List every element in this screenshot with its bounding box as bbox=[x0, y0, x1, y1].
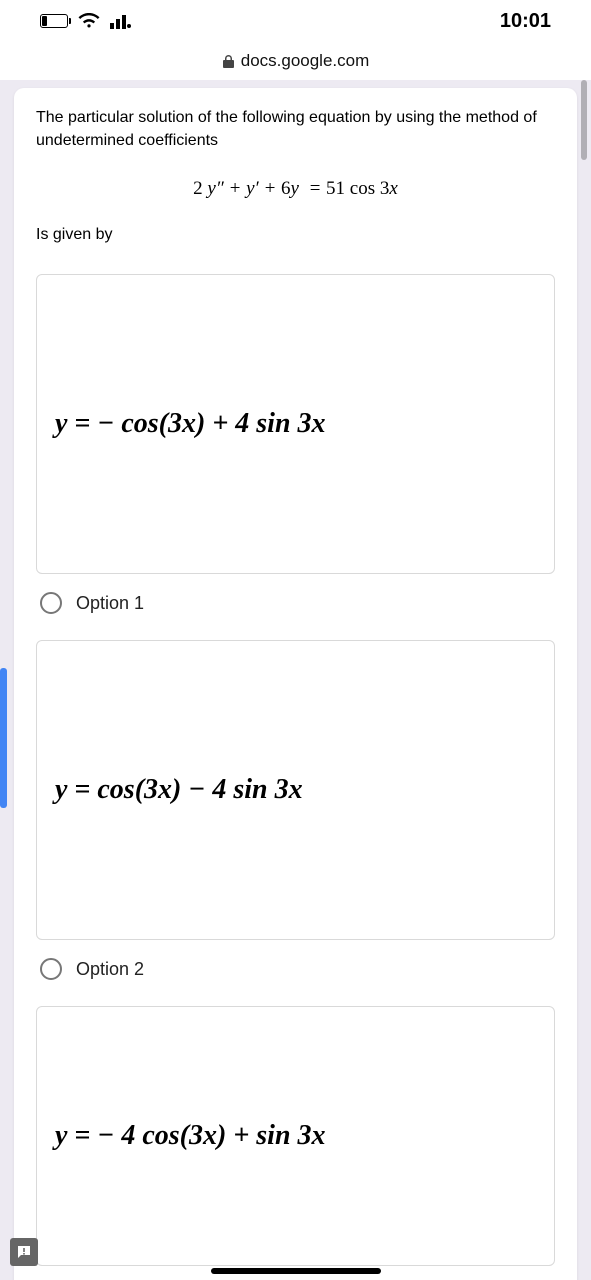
option-label-2: Option 2 bbox=[76, 959, 144, 980]
status-left bbox=[40, 13, 132, 29]
option-formula-3: y = − 4 cos(3x) + sin 3x bbox=[55, 1120, 326, 1152]
radio-icon[interactable] bbox=[40, 958, 62, 980]
card-accent bbox=[0, 668, 7, 808]
option-label-1: Option 1 bbox=[76, 593, 144, 614]
wifi-icon bbox=[78, 13, 100, 29]
option-image-3: y = − 4 cos(3x) + sin 3x bbox=[36, 1006, 555, 1266]
option-row-2[interactable]: Option 2 bbox=[36, 958, 555, 980]
scrollbar[interactable] bbox=[579, 80, 587, 1280]
home-indicator[interactable] bbox=[211, 1268, 381, 1274]
option-image-2: y = cos(3x) − 4 sin 3x bbox=[36, 640, 555, 940]
radio-icon[interactable] bbox=[40, 592, 62, 614]
clock: 10:01 bbox=[500, 10, 551, 33]
battery-icon bbox=[40, 14, 68, 28]
url-host: docs.google.com bbox=[241, 51, 370, 71]
page-background: The particular solution of the following… bbox=[0, 80, 591, 1280]
option-formula-2: y = cos(3x) − 4 sin 3x bbox=[55, 774, 303, 806]
question-sub: Is given by bbox=[36, 226, 555, 244]
option-image-1: y = − cos(3x) + 4 sin 3x bbox=[36, 274, 555, 574]
question-intro: The particular solution of the following… bbox=[36, 106, 555, 152]
lock-icon bbox=[222, 54, 235, 69]
feedback-button[interactable] bbox=[10, 1238, 38, 1266]
signal-icon bbox=[110, 13, 132, 29]
question-card: The particular solution of the following… bbox=[14, 88, 577, 1280]
question-equation: 2 y″ + y′ + 6y = 51 cos 3x bbox=[36, 178, 555, 200]
status-bar: 10:01 bbox=[0, 0, 591, 42]
option-formula-1: y = − cos(3x) + 4 sin 3x bbox=[55, 408, 326, 440]
address-bar[interactable]: docs.google.com bbox=[0, 42, 591, 80]
scroll-thumb[interactable] bbox=[581, 80, 587, 160]
option-row-1[interactable]: Option 1 bbox=[36, 592, 555, 614]
